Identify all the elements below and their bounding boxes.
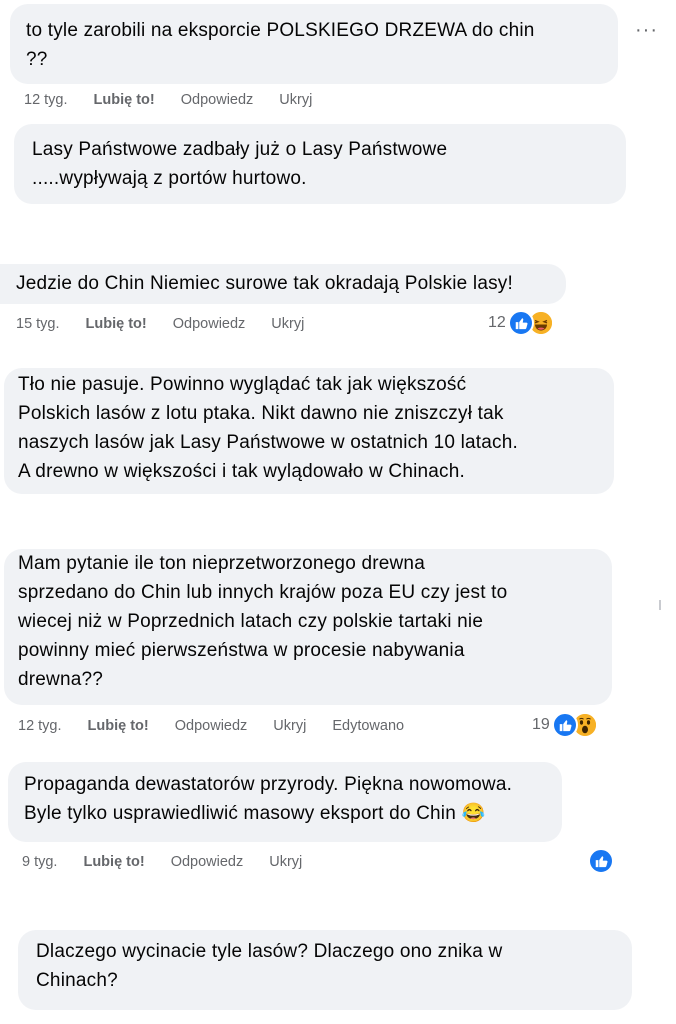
comment-actions: 12 tyg. Lubię to! Odpowiedz Ukryj Edytow… xyxy=(18,716,430,736)
reaction-count: 12 xyxy=(488,314,506,331)
like-button[interactable]: Lubię to! xyxy=(88,718,149,734)
comment-text: to tyle zarobili na eksporcie POLSKIEGO … xyxy=(26,20,535,70)
hide-button[interactable]: Ukryj xyxy=(279,92,312,108)
reply-button[interactable]: Odpowiedz xyxy=(171,854,244,870)
edited-label[interactable]: Edytowano xyxy=(332,718,404,734)
reaction-count: 19 xyxy=(532,716,550,733)
comment-timestamp[interactable]: 15 tyg. xyxy=(16,316,60,332)
more-options-icon[interactable]: ··· xyxy=(635,20,658,40)
comment-timestamp[interactable]: 12 tyg. xyxy=(18,718,62,734)
comment-bubble: to tyle zarobili na eksporcie POLSKIEGO … xyxy=(10,4,618,84)
reply-button[interactable]: Odpowiedz xyxy=(173,316,246,332)
like-icon xyxy=(551,712,578,738)
comment-bubble: Lasy Państwowe zadbały już o Lasy Państw… xyxy=(14,124,626,204)
comment-actions: 15 tyg. Lubię to! Odpowiedz Ukryj xyxy=(16,314,330,334)
comment-bubble: Jedzie do Chin Niemiec surowe tak okrada… xyxy=(0,264,566,304)
like-icon xyxy=(588,848,614,874)
comment-text: Mam pytanie ile ton nieprzetworzonego dr… xyxy=(18,553,508,690)
like-button[interactable]: Lubię to! xyxy=(83,854,144,870)
comment-timestamp[interactable]: 9 tyg. xyxy=(22,854,57,870)
comment-text: Jedzie do Chin Niemiec surowe tak okrada… xyxy=(16,273,513,294)
hide-button[interactable]: Ukryj xyxy=(271,316,304,332)
reply-button[interactable]: Odpowiedz xyxy=(181,92,254,108)
comment-bubble: Propaganda dewastatorów przyrody. Piękna… xyxy=(8,762,562,842)
comment-bubble: Tło nie pasuje. Powinno wyglądać tak jak… xyxy=(4,368,614,494)
reactions-summary[interactable] xyxy=(586,848,614,874)
comment-text: Lasy Państwowe zadbały już o Lasy Państw… xyxy=(32,139,448,189)
comment-text: Propaganda dewastatorów przyrody. Piękna… xyxy=(24,774,513,824)
reactions-summary[interactable]: 12 xyxy=(488,310,554,336)
comment-text: Dlaczego wycinacie tyle lasów? Dlaczego … xyxy=(36,941,503,991)
comment-actions: 9 tyg. Lubię to! Odpowiedz Ukryj xyxy=(22,852,328,872)
comment-text: Tło nie pasuje. Powinno wyglądać tak jak… xyxy=(18,374,518,482)
hide-button[interactable]: Ukryj xyxy=(269,854,302,870)
like-icon xyxy=(507,310,534,336)
like-button[interactable]: Lubię to! xyxy=(86,316,147,332)
comment-timestamp[interactable]: 12 tyg. xyxy=(24,92,68,108)
comment-actions: 12 tyg. Lubię to! Odpowiedz Ukryj xyxy=(24,90,338,110)
comment-bubble: Dlaczego wycinacie tyle lasów? Dlaczego … xyxy=(18,930,632,1010)
hide-button[interactable]: Ukryj xyxy=(273,718,306,734)
comment-bubble: Mam pytanie ile ton nieprzetworzonego dr… xyxy=(4,549,612,705)
like-button[interactable]: Lubię to! xyxy=(94,92,155,108)
reply-button[interactable]: Odpowiedz xyxy=(175,718,248,734)
divider xyxy=(659,600,661,610)
reactions-summary[interactable]: 19 xyxy=(532,712,598,738)
